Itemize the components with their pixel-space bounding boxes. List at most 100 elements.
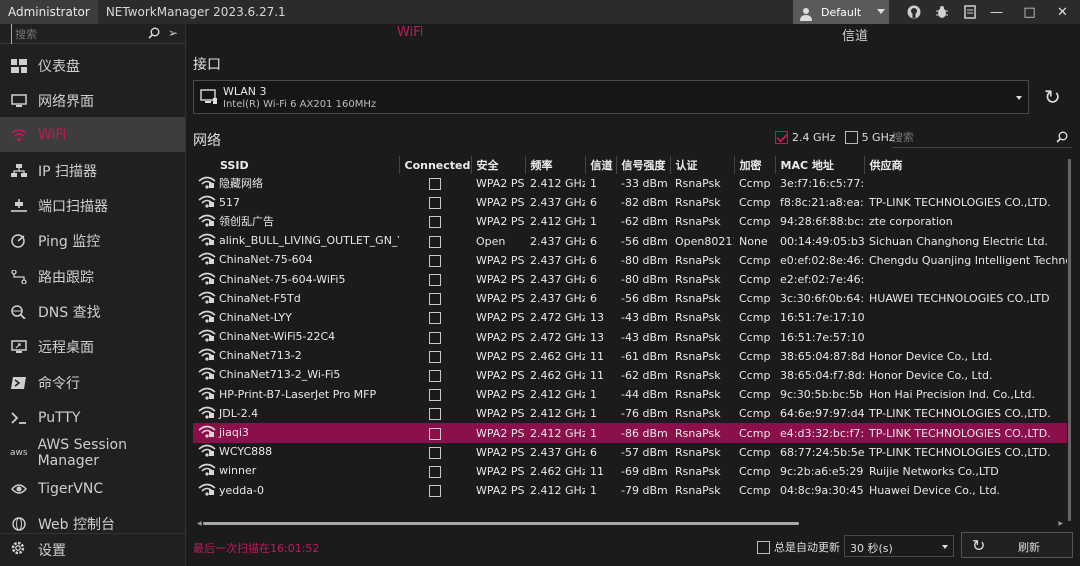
table-row[interactable]: JDL-2.4 WPA2 PSK 2.412 GHz 1 -76 dBm RsnaPsk C… <box>193 404 1067 423</box>
table-row[interactable]: ChinaNet-75-604 WPA2 PSK 2.437 GHz 6 -80 dBm… <box>193 251 1067 270</box>
connected-checkbox[interactable] <box>429 178 441 191</box>
connected-checkbox[interactable] <box>429 350 441 363</box>
connected-checkbox[interactable] <box>429 274 441 287</box>
ssid-cell: alink_BULL_LIVING_OUTLET_GN_Y201 <box>193 232 399 251</box>
connected-checkbox[interactable] <box>429 197 441 210</box>
table-row[interactable]: 517 WPA2 PSK 2.437 GHz 6 -82 dBm RsnaPsk Ccmpf… <box>193 193 1067 212</box>
table-row[interactable]: winner WPA2 PSK 2.462 GHz 11 -69 dBm RsnaPsk C… <box>193 462 1067 481</box>
refresh-interval-select[interactable]: 30 秒(s) <box>844 535 954 557</box>
connected-checkbox[interactable] <box>429 465 441 478</box>
scroll-right-icon[interactable]: ▶ <box>1058 520 1063 527</box>
sidebar-item-dashboard[interactable]: 仪表盘 <box>0 48 185 83</box>
refresh-interfaces-button[interactable]: ↻ <box>1044 85 1061 109</box>
table-row[interactable]: ChinaNet-75-604-WiFi5 WPA2 PSK 2.437 GHz 6 -… <box>193 270 1067 289</box>
tab-channels[interactable]: 信道 <box>842 25 868 44</box>
sidebar-item-settings[interactable]: 设置 <box>0 533 185 566</box>
connected-checkbox[interactable] <box>429 427 441 440</box>
sidebar-item-traceroute[interactable]: 路由跟踪 <box>0 259 185 294</box>
table-row[interactable]: ChinaNet-LYY WPA2 PSK 2.472 GHz 13 -43 dBm Rs… <box>193 308 1067 327</box>
connected-checkbox[interactable] <box>429 331 441 344</box>
network-search-input[interactable] <box>892 128 1042 144</box>
wifi-signal-icon <box>198 329 216 345</box>
wifi-signal-icon <box>198 291 216 307</box>
signal-cell: -44 dBm <box>621 388 668 402</box>
security-cell: WPA2 PSK <box>476 292 525 306</box>
sidebar-item-wifi[interactable]: WiFi <box>0 117 185 153</box>
profile-name: Default <box>821 5 862 19</box>
table-row[interactable]: WCYC888 WPA2 PSK 2.437 GHz 6 -57 dBm RsnaPsk C… <box>193 443 1067 462</box>
column-header[interactable]: 供应商 <box>864 156 1067 174</box>
column-header[interactable]: 信号强度 <box>616 156 671 174</box>
tab-wifi[interactable]: WiFi <box>397 25 423 40</box>
sidebar-item-putty[interactable]: PuTTY <box>0 400 185 435</box>
column-header[interactable]: 频率 <box>525 156 586 174</box>
sidebar-item-label: 仪表盘 <box>38 58 80 75</box>
table-row[interactable]: ChinaNet713-2 WPA2 PSK 2.462 GHz 11 -61 dBm R… <box>193 347 1067 366</box>
table-row[interactable]: HP-Print-B7-LaserJet Pro MFP WPA2 PSK 2.41… <box>193 385 1067 404</box>
column-header[interactable]: MAC 地址 <box>775 156 865 174</box>
ip-scanner-icon <box>10 162 28 180</box>
scrollbar-thumb[interactable] <box>203 522 799 525</box>
pin-icon[interactable]: ➢ <box>168 26 178 40</box>
connected-checkbox[interactable] <box>429 312 441 325</box>
column-header[interactable]: Connected <box>399 156 472 174</box>
github-icon[interactable] <box>900 0 928 24</box>
sidebar-item-ip-scanner[interactable]: IP 扫描器 <box>0 153 185 188</box>
connected-checkbox[interactable] <box>429 408 441 421</box>
sidebar-item-port-scanner[interactable]: 端口扫描器 <box>0 188 185 223</box>
bug-icon[interactable] <box>928 0 956 24</box>
profile-selector[interactable]: Default <box>793 0 889 24</box>
connected-checkbox[interactable] <box>429 485 441 498</box>
sidebar-item-remote-desktop[interactable]: 远程桌面 <box>0 329 185 364</box>
vendor-cell: Hon Hai Precision Ind. Co.,Ltd. <box>869 388 1035 402</box>
frequency-cell: 2.437 GHz <box>530 273 585 287</box>
connected-checkbox[interactable] <box>429 446 441 459</box>
signal-cell: -80 dBm <box>621 273 668 287</box>
table-row[interactable]: alink_BULL_LIVING_OUTLET_GN_Y201 Open 2.43… <box>193 232 1067 251</box>
encryption-cell: Ccmp <box>739 177 771 191</box>
table-row[interactable]: yedda-0 WPA2 PSK 2.412 GHz 1 -79 dBm RsnaPsk C… <box>193 481 1067 500</box>
auth-cell: RsnaPsk <box>675 253 721 267</box>
column-header[interactable]: 认证 <box>670 156 735 174</box>
encryption-cell: Ccmp <box>734 423 775 443</box>
ping-monitor-icon <box>10 232 28 250</box>
table-row[interactable]: 隐藏网络 WPA2 PSK 2.412 GHz 1 -33 dBm RsnaPsk Ccmp… <box>193 174 1067 193</box>
sidebar-item-network-interface[interactable]: 网络界面 <box>0 83 185 118</box>
sidebar-item-powershell[interactable]: 命令行 <box>0 365 185 400</box>
table-row[interactable]: ChinaNet-F5Td WPA2 PSK 2.437 GHz 6 -56 dBm Rs… <box>193 289 1067 308</box>
refresh-button[interactable]: ↻ 刷新 <box>961 532 1073 558</box>
filter-5ghz-checkbox[interactable] <box>844 131 858 144</box>
scroll-left-icon[interactable]: ◀ <box>197 520 202 527</box>
sidebar-item-dns-lookup[interactable]: DNS 查找 <box>0 294 185 329</box>
column-header[interactable]: 安全 <box>471 156 526 174</box>
mac-cell: 16:51:7e:57:10:c6 <box>780 330 864 344</box>
table-row[interactable]: ChinaNet713-2_Wi-Fi5 WPA2 PSK 2.462 GHz 11 -… <box>193 366 1067 385</box>
connected-checkbox[interactable] <box>429 216 441 229</box>
table-row[interactable]: 领创乱广告 WPA2 PSK 2.412 GHz 1 -62 dBm RsnaPsk Ccm… <box>193 212 1067 231</box>
interface-select[interactable]: WLAN 3 Intel(R) Wi-Fi 6 AX201 160MHz <box>193 80 1029 114</box>
table-row[interactable]: ChinaNet-WiFi5-22C4 WPA2 PSK 2.472 GHz 13 -4… <box>193 328 1067 347</box>
auto-refresh-checkbox[interactable] <box>757 540 770 554</box>
maximize-button[interactable]: □ <box>1013 0 1046 24</box>
encryption-cell: Ccmp <box>739 292 771 306</box>
connected-checkbox[interactable] <box>429 369 441 382</box>
connected-checkbox[interactable] <box>429 389 441 402</box>
close-button[interactable]: ✕ <box>1046 0 1079 24</box>
connected-checkbox[interactable] <box>429 235 441 248</box>
column-header[interactable]: 信道 <box>585 156 617 174</box>
vertical-scrollbar[interactable] <box>1066 159 1072 525</box>
filter-24ghz-checkbox[interactable] <box>775 131 788 144</box>
connected-checkbox[interactable] <box>429 293 441 306</box>
table-row[interactable]: jiaqi3 WPA2 PSK2.412 GHz1-86 dBmRsnaPskCc… <box>193 423 1067 443</box>
minimize-button[interactable]: — <box>980 0 1013 24</box>
sidebar-search-input[interactable] <box>11 24 151 44</box>
sidebar-item-aws[interactable]: aws AWS Session Manager <box>0 435 185 470</box>
frequency-cell: 2.412 GHz <box>525 423 585 443</box>
port-scanner-icon <box>10 197 28 215</box>
sidebar-item-vnc[interactable]: TigerVNC <box>0 471 185 506</box>
sidebar-item-ping-monitor[interactable]: Ping 监控 <box>0 223 185 258</box>
connected-checkbox[interactable] <box>429 254 441 267</box>
column-header[interactable]: SSID <box>193 156 400 174</box>
horizontal-scrollbar[interactable]: ◀ ▶ <box>197 519 1063 527</box>
column-header[interactable]: 加密 <box>734 156 776 174</box>
